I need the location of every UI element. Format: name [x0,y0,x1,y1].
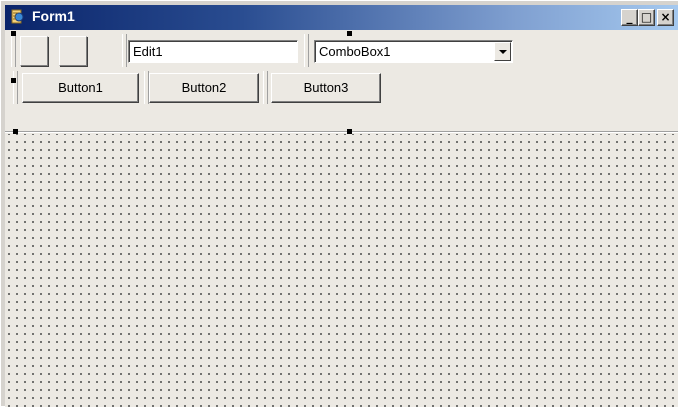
edit1-input[interactable]: Edit1 [128,40,298,63]
toolbar-button-1[interactable] [20,36,48,66]
combobox1[interactable]: ComboBox1 [314,40,513,63]
band-grip[interactable] [122,34,127,67]
chevron-down-icon[interactable] [494,42,511,61]
minimize-button[interactable]: _ [621,9,638,26]
minimize-icon: _ [626,10,633,24]
band-grip[interactable] [13,71,18,104]
combobox1-value: ComboBox1 [319,44,391,59]
form-client-area: Edit1 ComboBox1 Button1 Button2 Button3 [5,30,678,407]
close-icon: × [660,10,671,24]
selection-handle[interactable] [11,78,16,83]
band-grip[interactable] [304,34,309,67]
toolbar-button-2[interactable] [59,36,87,66]
maximize-button[interactable]: □ [638,9,655,26]
button1[interactable]: Button1 [22,73,139,103]
form-icon[interactable] [9,8,27,26]
window-title: Form1 [32,8,75,24]
band-grip[interactable] [263,71,268,104]
coolbar[interactable]: Edit1 ComboBox1 Button1 Button2 Button3 [5,30,678,134]
maximize-icon: □ [640,10,653,24]
design-grid[interactable] [5,134,678,407]
button2[interactable]: Button2 [149,73,259,103]
selection-handle[interactable] [11,31,16,36]
form-window: Form1 _ □ × Edit1 ComboBox1 Button1 Butt… [0,0,678,407]
button3[interactable]: Button3 [271,73,381,103]
selection-handle[interactable] [347,31,352,36]
band-grip[interactable] [11,34,16,67]
coolbar-bottom-edge [5,131,678,133]
title-bar[interactable]: Form1 _ □ × [5,5,678,30]
close-button[interactable]: × [657,9,674,26]
